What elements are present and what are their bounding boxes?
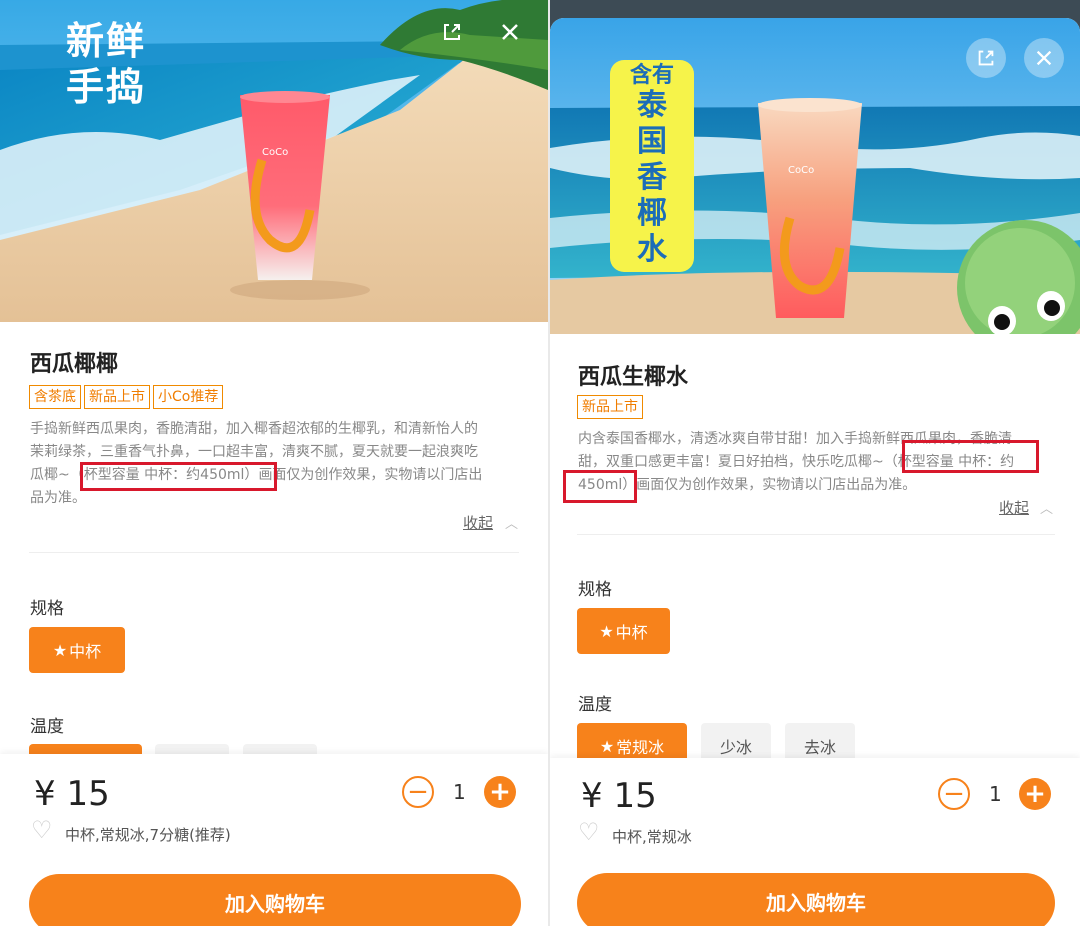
product-name: 西瓜生椰水	[578, 365, 689, 390]
tag-list: 新品上市	[577, 395, 643, 419]
increase-quantity-button[interactable]: +	[484, 776, 516, 808]
tag: 小Co推荐	[153, 385, 224, 409]
chevron-up-icon: ︿	[1040, 502, 1054, 517]
temperature-label: 温度	[30, 717, 64, 737]
increase-quantity-button[interactable]: +	[1019, 778, 1051, 810]
price: ¥ 15	[34, 774, 110, 814]
spec-label: 规格	[578, 580, 612, 600]
decrease-quantity-button[interactable]: −	[938, 778, 970, 810]
quantity-value: 1	[989, 782, 1002, 806]
right-screenshot: CoCo 含有 泰 国 香 椰 水 西瓜生椰水 新品上市 内含泰国香椰水，清透冰…	[550, 0, 1080, 926]
hero-title: 含有 泰 国 香 椰 水	[610, 60, 694, 272]
bottom-bar: ¥ 15 − 1 + ♡ 中杯,常规冰,7分糖(推荐) 加入购物车	[0, 754, 548, 926]
heart-icon[interactable]: ♡	[31, 816, 53, 844]
capacity-highlight-box	[563, 470, 637, 503]
spec-option-medium[interactable]: ★ 中杯	[29, 627, 125, 673]
spec-label: 规格	[30, 599, 64, 619]
capacity-highlight-box	[80, 462, 277, 491]
product-sheet: CoCo 新鲜 手捣 西瓜椰椰 含茶底 新品上市 小Co推荐 手捣新鲜西瓜果肉，…	[0, 0, 548, 926]
add-to-cart-button[interactable]: 加入购物车	[577, 873, 1055, 926]
hero-title: 新鲜 手捣	[66, 19, 147, 109]
close-icon[interactable]	[1024, 38, 1064, 78]
tag: 含茶底	[29, 385, 81, 409]
add-to-cart-button[interactable]: 加入购物车	[29, 874, 521, 926]
star-icon: ★	[52, 640, 68, 660]
collapse-link[interactable]: 收起	[999, 497, 1029, 518]
collapse-link[interactable]: 收起	[463, 512, 493, 533]
tag: 新品上市	[577, 395, 643, 419]
selection-summary: 中杯,常规冰	[612, 828, 692, 846]
product-sheet: CoCo 含有 泰 国 香 椰 水 西瓜生椰水 新品上市 内含泰国香椰水，清透冰…	[550, 18, 1080, 926]
share-icon[interactable]	[966, 38, 1006, 78]
star-icon: ★	[599, 621, 614, 641]
spec-option-medium[interactable]: ★ 中杯	[577, 608, 670, 654]
bottom-bar: ¥ 15 − 1 + ♡ 中杯,常规冰 加入购物车	[550, 758, 1080, 926]
selection-summary: 中杯,常规冰,7分糖(推荐)	[65, 826, 231, 844]
cup-logo-text: CoCo	[262, 147, 288, 158]
quantity-value: 1	[453, 780, 466, 804]
chevron-up-icon: ︿	[505, 517, 519, 532]
divider	[577, 534, 1055, 535]
capacity-highlight-box	[902, 440, 1039, 473]
temperature-label: 温度	[578, 695, 612, 715]
tag-list: 含茶底 新品上市 小Co推荐	[29, 385, 224, 409]
product-name: 西瓜椰椰	[30, 352, 119, 377]
divider	[29, 552, 519, 553]
left-screenshot: CoCo 新鲜 手捣 西瓜椰椰 含茶底 新品上市 小Co推荐 手捣新鲜西瓜果肉，…	[0, 0, 548, 926]
cup-logo-text: CoCo	[788, 165, 814, 176]
star-icon: ★	[599, 736, 615, 756]
tag: 新品上市	[84, 385, 150, 409]
decrease-quantity-button[interactable]: −	[402, 776, 434, 808]
share-icon[interactable]	[432, 12, 472, 52]
heart-icon[interactable]: ♡	[578, 818, 600, 846]
close-icon[interactable]	[490, 12, 530, 52]
price: ¥ 15	[581, 776, 657, 816]
